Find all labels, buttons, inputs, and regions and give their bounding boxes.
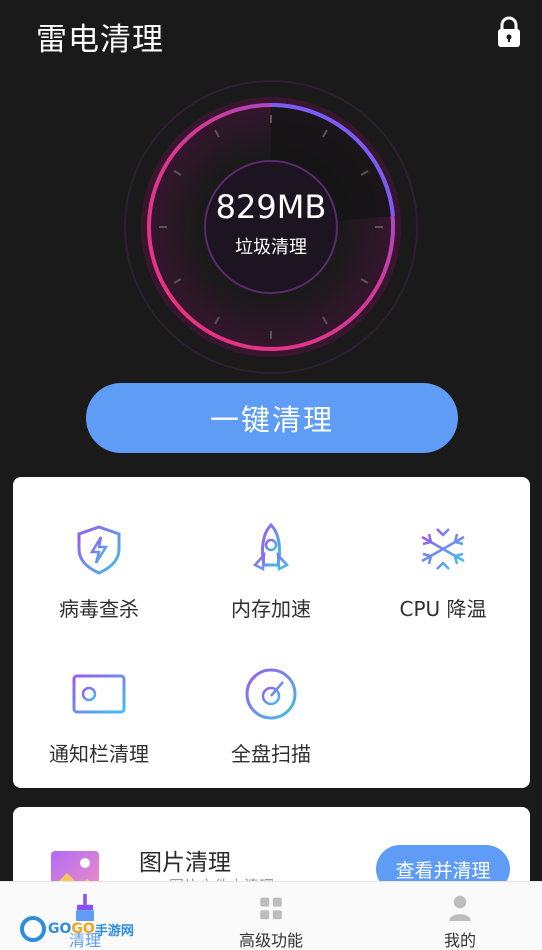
watermark-text: 手游网 (94, 923, 134, 939)
junk-size-value: 829MB (215, 188, 327, 226)
tool-label: 病毒查杀 (59, 597, 139, 621)
shield-lightning-icon (77, 525, 121, 575)
junk-gauge[interactable]: 829MB 垃圾清理 (122, 78, 420, 376)
tab-label: 我的 (443, 931, 476, 950)
tools-card: 病毒查杀 内存加速 CPU 降温 通知栏清理 全盘扫描 (13, 477, 530, 788)
rocket-icon (252, 522, 290, 571)
top-bar: 雷电清理 (0, 0, 542, 70)
tab-mine[interactable]: 我的 (395, 882, 525, 950)
disk-icon (245, 668, 297, 720)
one-click-clean-button[interactable]: 一键清理 (86, 383, 458, 453)
watermark-text: GO (48, 921, 72, 937)
grid-icon (260, 897, 282, 920)
picture-clean-title: 图片清理 (139, 850, 231, 876)
user-icon (449, 895, 471, 921)
tool-label: 内存加速 (231, 597, 311, 621)
tool-label: 全盘扫描 (231, 742, 311, 766)
watermark-logo: GO GO 手游网 (20, 914, 134, 944)
tool-virus-scan[interactable]: 病毒查杀 (13, 507, 185, 637)
tool-notification-clean[interactable]: 通知栏清理 (13, 652, 185, 782)
tool-memory-boost[interactable]: 内存加速 (185, 507, 357, 637)
tool-label: CPU 降温 (399, 597, 487, 621)
gauge-ring (124, 80, 418, 374)
tab-advanced[interactable]: 高级功能 (206, 882, 336, 950)
tool-cpu-cool[interactable]: CPU 降温 (357, 507, 529, 637)
watermark-circle-icon (20, 916, 46, 942)
tool-full-scan[interactable]: 全盘扫描 (185, 652, 357, 782)
tab-label: 高级功能 (238, 931, 303, 950)
watermark-text: GO (71, 921, 95, 937)
snowflake-icon (421, 525, 465, 573)
notification-card-icon (72, 674, 126, 714)
tool-label: 通知栏清理 (49, 742, 149, 766)
lock-icon[interactable] (496, 16, 522, 48)
app-title: 雷电清理 (36, 22, 164, 58)
junk-size-label: 垃圾清理 (235, 237, 307, 258)
